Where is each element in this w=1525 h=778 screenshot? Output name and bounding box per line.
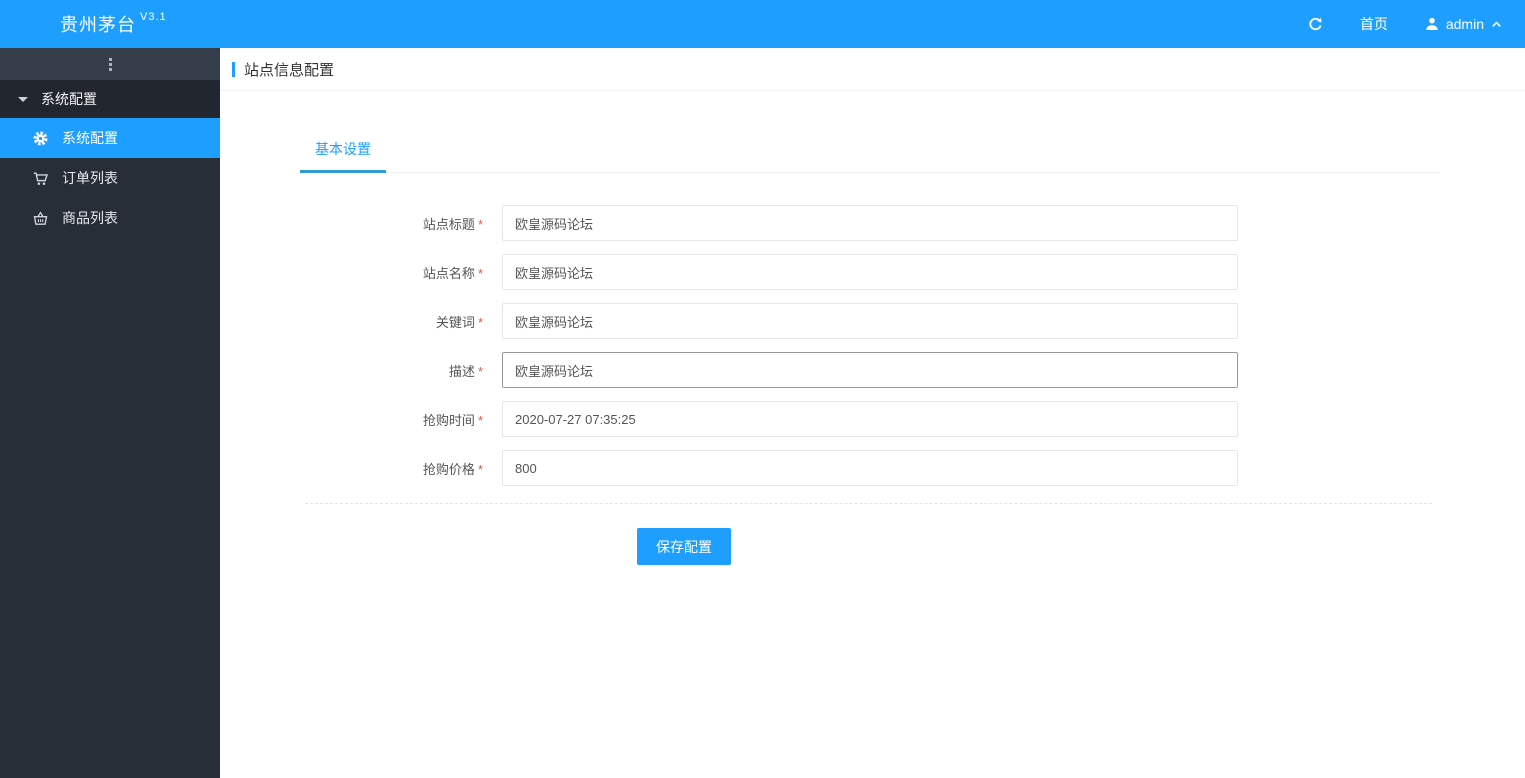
field-label: 抢购价格: [422, 461, 475, 477]
caret-down-icon: [18, 96, 28, 102]
nav-group-label: 系统配置: [41, 91, 97, 107]
form-row-keywords: 关键词 *: [300, 303, 1440, 339]
basket-icon: [32, 210, 49, 227]
tab-basic-settings[interactable]: 基本设置: [300, 131, 386, 173]
sidebar-item-system-config[interactable]: 系统配置: [0, 118, 220, 158]
sidebar-collapse-handle[interactable]: [0, 48, 220, 80]
topbar: 贵州茅台 V3.1 首页 admin: [0, 0, 1525, 48]
app-version: V3.1: [140, 11, 167, 23]
rush-time-input[interactable]: [502, 401, 1238, 437]
form-row-site-name: 站点名称 *: [300, 254, 1440, 290]
save-button[interactable]: 保存配置: [637, 528, 731, 565]
description-input[interactable]: [502, 352, 1238, 388]
field-label: 描述: [448, 363, 475, 379]
required-mark: *: [477, 314, 483, 330]
page-header: 站点信息配置: [220, 48, 1525, 91]
user-icon: [1424, 16, 1440, 32]
form-divider: [305, 503, 1432, 504]
app-logo-text: 贵州茅台: [60, 15, 136, 35]
field-label: 站点标题: [422, 216, 475, 232]
tab-bar: 基本设置: [300, 131, 1440, 173]
nav-group-system-config[interactable]: 系统配置: [0, 80, 220, 118]
sidebar-item-label: 订单列表: [62, 170, 118, 186]
site-title-input[interactable]: [502, 205, 1238, 241]
cart-icon: [32, 170, 49, 187]
field-label: 站点名称: [422, 265, 475, 281]
app-logo[interactable]: 贵州茅台 V3.1: [60, 11, 167, 37]
page-title: 站点信息配置: [244, 61, 335, 79]
required-mark: *: [477, 412, 483, 428]
refresh-icon: [1307, 16, 1324, 33]
sidebar-item-product-list[interactable]: 商品列表: [0, 198, 220, 238]
keywords-input[interactable]: [502, 303, 1238, 339]
gear-icon: [32, 130, 49, 147]
form-row-description: 描述 *: [300, 352, 1440, 388]
field-label: 抢购时间: [422, 412, 475, 428]
site-name-input[interactable]: [502, 254, 1238, 290]
required-mark: *: [477, 216, 483, 232]
form-row-rush-price: 抢购价格 *: [300, 450, 1440, 486]
user-menu[interactable]: admin: [1424, 16, 1503, 32]
home-link[interactable]: 首页: [1360, 14, 1388, 34]
sidebar-item-label: 系统配置: [62, 130, 118, 146]
site-config-form: 站点标题* 站点名称* 关键词* 描述*: [300, 205, 1440, 565]
vertical-dots-icon: [108, 57, 112, 71]
sidebar-item-label: 商品列表: [62, 210, 118, 226]
username: admin: [1445, 16, 1484, 32]
topbar-actions: 首页 admin: [1307, 14, 1503, 34]
sidebar-item-order-list[interactable]: 订单列表: [0, 158, 220, 198]
main-content: 站点信息配置 基本设置 站点标题* 站点名称*: [220, 48, 1525, 778]
sidebar: 系统配置 系统配置 订单列表 商品列表: [0, 48, 220, 778]
title-accent-bar: [232, 61, 235, 77]
required-mark: *: [477, 461, 483, 477]
field-label: 关键词: [435, 314, 475, 330]
rush-price-input[interactable]: [502, 450, 1238, 486]
form-row-rush-time: 抢购时间 *: [300, 401, 1440, 437]
form-row-site-title: 站点标题 *: [300, 205, 1440, 241]
required-mark: *: [477, 363, 483, 379]
required-mark: *: [477, 265, 483, 281]
chevron-up-icon: [1490, 18, 1503, 31]
sidebar-menu: 系统配置 订单列表 商品列表: [0, 118, 220, 238]
refresh-button[interactable]: [1307, 16, 1324, 33]
